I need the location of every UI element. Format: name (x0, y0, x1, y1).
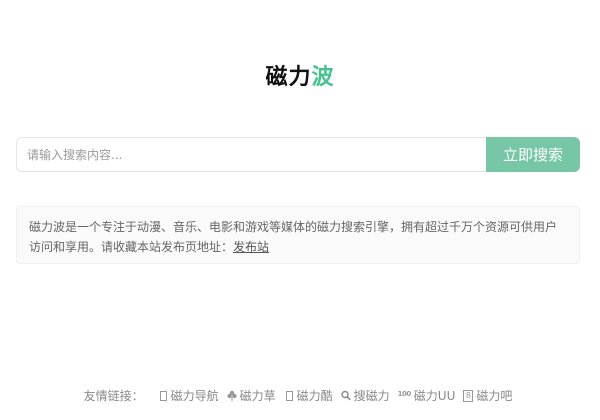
search-icon (340, 390, 351, 401)
site-logo[interactable]: 磁力波 (0, 62, 600, 94)
friend-link-label: 磁力导航 (170, 389, 219, 403)
friend-link-cili-cao[interactable]: 磁力草 (227, 387, 276, 404)
box-icon (284, 390, 294, 401)
friend-link-label: 磁力酷 (296, 389, 333, 403)
box-icon (158, 390, 168, 401)
search-form: 立即搜索 (16, 137, 580, 172)
friend-link-label: 磁力草 (239, 389, 276, 403)
publish-site-link[interactable]: 发布站 (233, 240, 269, 254)
logo-text-main: 磁力 (265, 65, 312, 90)
clover-icon (227, 390, 237, 401)
search-button[interactable]: 立即搜索 (486, 137, 580, 172)
page: 磁力波 立即搜索 磁力波是一个专注于动漫、音乐、电影和游戏等媒体的磁力搜索引擎，… (0, 0, 600, 420)
intro-box: 磁力波是一个专注于动漫、音乐、电影和游戏等媒体的磁力搜索引擎，拥有超过千万个资源… (16, 206, 580, 264)
search-input[interactable] (16, 137, 486, 172)
friend-link-cili-ku[interactable]: 磁力酷 (284, 387, 333, 404)
friend-link-cili-ba[interactable]: 8 磁力吧 (463, 387, 512, 404)
friend-link-cili-daohang[interactable]: 磁力导航 (158, 387, 219, 404)
100-icon: 100 (397, 390, 412, 398)
intro-text: 磁力波是一个专注于动漫、音乐、电影和游戏等媒体的磁力搜索引擎，拥有超过千万个资源… (29, 220, 558, 254)
friend-links-label: 友情链接： (83, 389, 144, 403)
friend-links: 友情链接： 磁力导航 磁力草 磁力酷 搜磁力 100 磁力UU 8 磁力吧 (0, 387, 600, 404)
friend-link-label: 搜磁力 (353, 389, 390, 403)
number-8-icon: 8 (463, 389, 474, 402)
friend-link-cili-uu[interactable]: 100 磁力UU (398, 387, 456, 404)
friend-link-label: 磁力吧 (476, 389, 513, 403)
friend-link-sou-cili[interactable]: 搜磁力 (340, 387, 390, 404)
friend-link-label: 磁力UU (413, 389, 456, 403)
logo-text-accent: 波 (311, 65, 335, 90)
